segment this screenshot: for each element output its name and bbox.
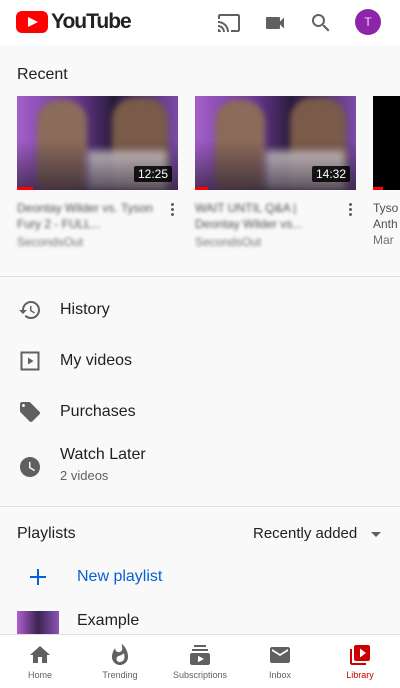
youtube-play-logo-icon	[16, 11, 48, 33]
plus-icon[interactable]	[28, 567, 48, 587]
tag-icon	[18, 400, 42, 424]
dropdown-caret-icon[interactable]	[371, 532, 381, 537]
history-icon	[18, 298, 42, 322]
more-options-icon[interactable]	[166, 200, 178, 218]
inbox-icon	[268, 643, 292, 667]
partial-video-meta[interactable]: Tyso Anth Mar	[373, 200, 400, 248]
clock-icon	[18, 455, 42, 479]
nav-home[interactable]: Home	[0, 635, 80, 688]
home-icon	[28, 643, 52, 667]
nav-inbox[interactable]: Inbox	[240, 635, 320, 688]
trending-icon	[108, 643, 132, 667]
nav-label: Subscriptions	[172, 670, 228, 680]
my-videos-icon	[18, 349, 42, 373]
menu-item-label: Watch Later	[60, 446, 146, 463]
youtube-logo[interactable]: YouTube	[16, 10, 132, 34]
video-title[interactable]: WAIT UNTIL Q&A | Deontay Wilder vs...	[195, 200, 334, 232]
nav-trending[interactable]: Trending	[80, 635, 160, 688]
playlist-item-label[interactable]: Example	[77, 612, 139, 630]
partial-channel: Mar	[373, 233, 394, 247]
partial-title-line2: Anth	[373, 217, 398, 231]
playlist-thumbnail[interactable]	[17, 611, 59, 635]
recent-heading: Recent	[17, 66, 68, 83]
recent-video-card[interactable]: 12:25 Deontay Wilder vs. Tyson Fury 2 - …	[17, 96, 178, 250]
nav-library[interactable]: Library	[320, 635, 400, 688]
playlist-sort-dropdown[interactable]: Recently added	[253, 525, 357, 542]
video-thumbnail-partial[interactable]	[373, 96, 400, 190]
watch-progress-bar	[195, 187, 208, 190]
nav-subscriptions[interactable]: Subscriptions	[160, 635, 240, 688]
search-icon[interactable]	[308, 10, 334, 36]
watch-progress-bar	[17, 187, 33, 190]
playlists-heading: Playlists	[17, 525, 76, 542]
menu-item-purchases[interactable]: Purchases	[0, 387, 400, 437]
watch-later-count: 2 videos	[60, 468, 109, 483]
subscriptions-icon	[188, 643, 212, 667]
partial-title-line1: Tyso	[373, 201, 399, 215]
duration-badge: 12:25	[133, 166, 172, 182]
menu-item-label: My videos	[60, 352, 133, 369]
nav-label: Trending	[102, 670, 138, 680]
divider	[0, 276, 400, 277]
menu-item-my-videos[interactable]: My videos	[0, 336, 400, 386]
account-avatar[interactable]: T	[355, 9, 381, 35]
menu-item-history[interactable]: History	[0, 285, 400, 335]
brand-name: YouTube	[51, 10, 132, 33]
menu-item-watch-later[interactable]: Watch Later 2 videos	[0, 442, 400, 492]
video-title[interactable]: Deontay Wilder vs. Tyson Fury 2 - FULL..…	[17, 200, 156, 232]
nav-label: Inbox	[268, 670, 292, 680]
video-camera-icon[interactable]	[262, 10, 288, 36]
bottom-navigation: Home Trending Subscriptions Inbox Librar…	[0, 634, 400, 688]
top-app-bar: YouTube T	[0, 0, 400, 45]
duration-badge: 14:32	[311, 166, 350, 182]
menu-item-label: Purchases	[60, 403, 136, 420]
video-thumbnail[interactable]: 14:32	[195, 96, 356, 190]
video-thumbnail[interactable]: 12:25	[17, 96, 178, 190]
library-icon	[348, 643, 372, 667]
recent-video-card[interactable]: 14:32 WAIT UNTIL Q&A | Deontay Wilder vs…	[195, 96, 356, 250]
menu-item-label: History	[60, 301, 110, 318]
channel-name: SecondsOut	[195, 235, 262, 249]
nav-label: Library	[346, 670, 374, 680]
more-options-icon[interactable]	[344, 200, 356, 218]
channel-name: SecondsOut	[17, 235, 84, 249]
new-playlist-button[interactable]: New playlist	[77, 568, 162, 586]
watch-progress-bar	[373, 187, 383, 190]
nav-label: Home	[27, 670, 52, 680]
cast-icon[interactable]	[216, 10, 242, 36]
divider	[0, 506, 400, 507]
